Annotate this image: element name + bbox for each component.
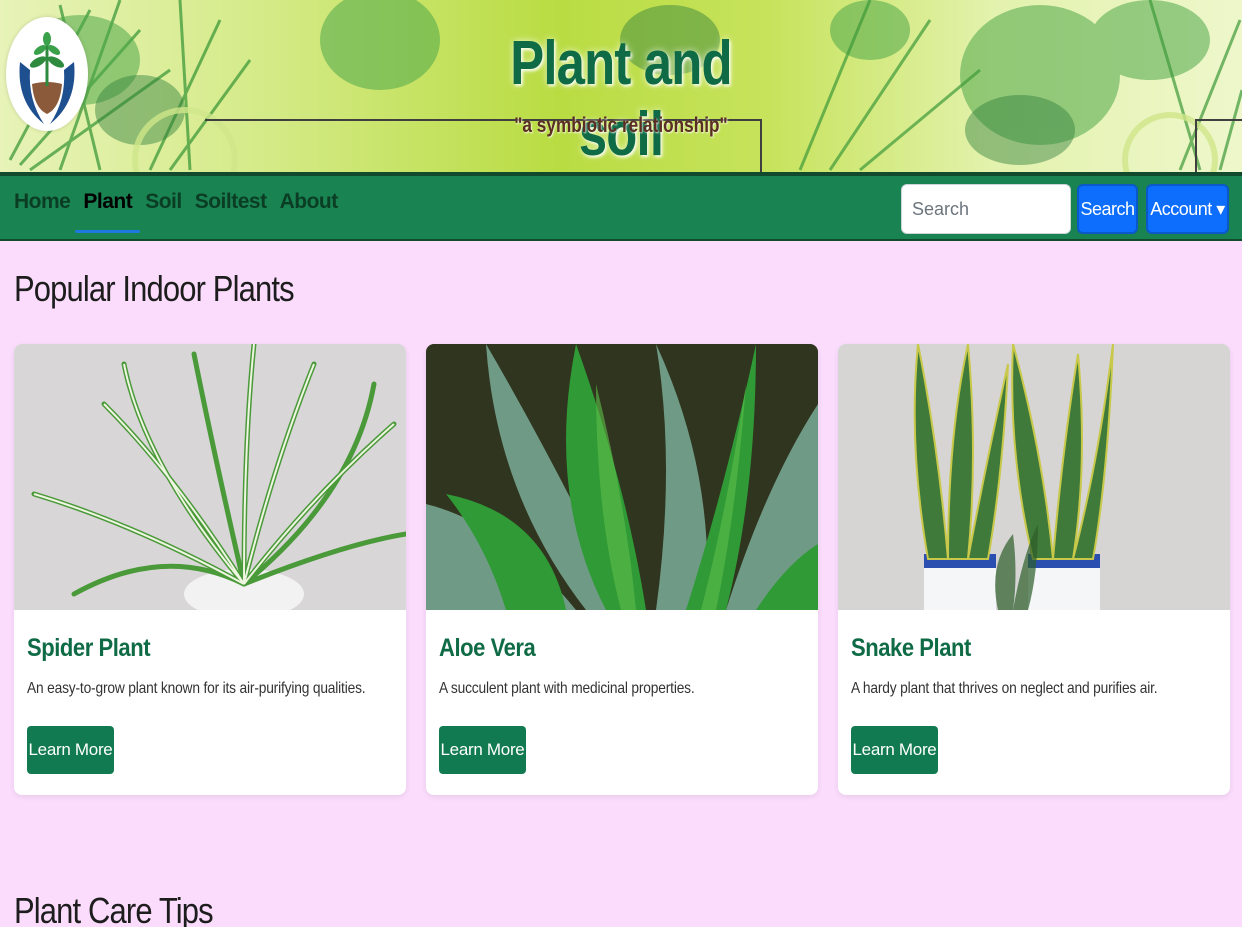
card-title: Spider Plant xyxy=(27,634,151,662)
nav-item-soiltest[interactable]: Soiltest xyxy=(195,190,267,214)
spider-plant-image xyxy=(14,344,406,610)
site-tagline: "a symbiotic relationship" xyxy=(514,114,728,137)
card-title: Aloe Vera xyxy=(439,634,536,662)
banner-frame-line-right xyxy=(1195,119,1242,172)
plant-in-hands-logo-icon xyxy=(19,32,75,124)
nav-item-home[interactable]: Home xyxy=(14,190,71,214)
site-banner: Plant and soil "a symbiotic relationship… xyxy=(0,0,1242,172)
nav-links: Home Plant Soil Soiltest About xyxy=(14,190,339,233)
plant-card: Aloe Vera A succulent plant with medicin… xyxy=(426,344,818,795)
account-dropdown-button[interactable]: Account ▾ xyxy=(1146,184,1229,234)
card-description: An easy-to-grow plant known for its air-… xyxy=(27,680,366,697)
card-description: A succulent plant with medicinal propert… xyxy=(439,680,695,697)
search-button[interactable]: Search xyxy=(1077,184,1138,234)
plant-card: Snake Plant A hardy plant that thrives o… xyxy=(838,344,1230,795)
learn-more-button[interactable]: Learn More xyxy=(851,726,938,774)
learn-more-button[interactable]: Learn More xyxy=(27,726,114,774)
plant-card: Spider Plant An easy-to-grow plant known… xyxy=(14,344,406,795)
card-description: A hardy plant that thrives on neglect an… xyxy=(851,680,1158,697)
nav-item-plant[interactable]: Plant xyxy=(75,190,141,233)
site-title: Plant and soil xyxy=(510,29,732,169)
aloe-vera-image xyxy=(426,344,818,610)
learn-more-button[interactable]: Learn More xyxy=(439,726,526,774)
site-logo[interactable] xyxy=(6,17,88,131)
nav-item-soil[interactable]: Soil xyxy=(145,190,182,214)
snake-plant-image xyxy=(838,344,1230,610)
nav-item-about[interactable]: About xyxy=(280,190,339,214)
section-title-popular-plants: Popular Indoor Plants xyxy=(14,268,295,309)
section-title-plant-care-tips: Plant Care Tips xyxy=(14,890,214,927)
search-input[interactable] xyxy=(901,184,1071,234)
main-navbar: Home Plant Soil Soiltest About Search Ac… xyxy=(0,172,1242,241)
card-title: Snake Plant xyxy=(851,634,971,662)
